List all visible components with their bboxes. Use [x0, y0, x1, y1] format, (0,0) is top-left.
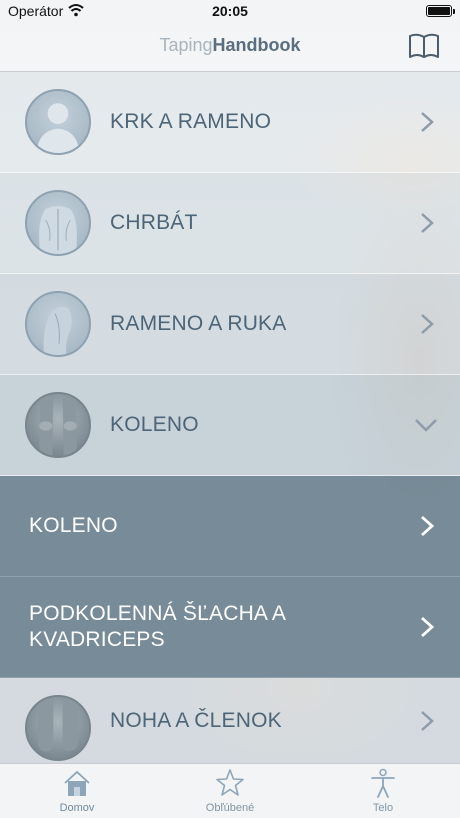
category-row-chrbat[interactable]: CHRBÁT [0, 173, 460, 274]
head-shoulders-icon [25, 89, 91, 155]
subitem-label: PODKOLENNÁ ŠĽACHA A KVADRICEPS [29, 601, 389, 653]
book-icon[interactable] [408, 32, 440, 60]
body-figure-icon [371, 768, 395, 798]
category-row-rameno-a-ruka[interactable]: RAMENO A RUKA [0, 274, 460, 375]
tab-home[interactable]: Domov [17, 768, 137, 818]
subitem-label-line2: KVADRICEPS [29, 628, 165, 651]
tab-home-label: Domov [59, 802, 95, 814]
tab-bar: Domov Obľúbené Telo [0, 763, 460, 818]
status-bar: Operátor 20:05 [0, 0, 460, 22]
knee-icon [25, 392, 91, 458]
feet-icon [25, 695, 91, 761]
battery-icon [426, 5, 455, 17]
subitem-row-podkolenna-slacha[interactable]: PODKOLENNÁ ŠĽACHA A KVADRICEPS [0, 577, 460, 678]
category-label: NOHA A ČLENOK [110, 708, 282, 732]
chevron-right-icon [421, 112, 434, 132]
tab-favorites[interactable]: Obľúbené [170, 768, 290, 818]
app-title-bold: Handbook [212, 35, 301, 55]
app-title: TapingHandbook [0, 35, 460, 56]
subitem-label: KOLENO [29, 514, 118, 537]
subitem-label-line1: PODKOLENNÁ ŠĽACHA A [29, 602, 287, 625]
subitem-row-koleno[interactable]: KOLENO [0, 476, 460, 577]
star-icon [216, 769, 244, 796]
tab-body[interactable]: Telo [323, 768, 443, 818]
app-title-light: Taping [159, 35, 213, 55]
chevron-right-icon [421, 213, 434, 233]
category-row-noha-a-clenok[interactable]: NOHA A ČLENOK [0, 678, 460, 764]
category-row-krk-a-rameno[interactable]: KRK A RAMENO [0, 72, 460, 173]
category-label: KRK A RAMENO [110, 110, 272, 133]
arm-icon [25, 291, 91, 357]
chevron-right-icon [421, 710, 434, 731]
back-icon [25, 190, 91, 256]
tab-favorites-label: Obľúbené [205, 802, 255, 814]
chevron-right-icon [421, 515, 434, 537]
chevron-right-icon [421, 314, 434, 334]
chevron-down-icon [415, 419, 437, 432]
category-row-koleno[interactable]: KOLENO [0, 375, 460, 476]
category-label: CHRBÁT [110, 211, 198, 234]
home-icon [64, 770, 90, 796]
category-label: RAMENO A RUKA [110, 312, 287, 335]
body-parts-list: KRK A RAMENO CHRBÁT RAMENO A RUKA KOLENO… [0, 72, 460, 764]
clock: 20:05 [212, 3, 248, 19]
category-label: KOLENO [110, 413, 199, 436]
tab-body-label: Telo [372, 802, 394, 814]
chevron-right-icon [421, 616, 434, 638]
